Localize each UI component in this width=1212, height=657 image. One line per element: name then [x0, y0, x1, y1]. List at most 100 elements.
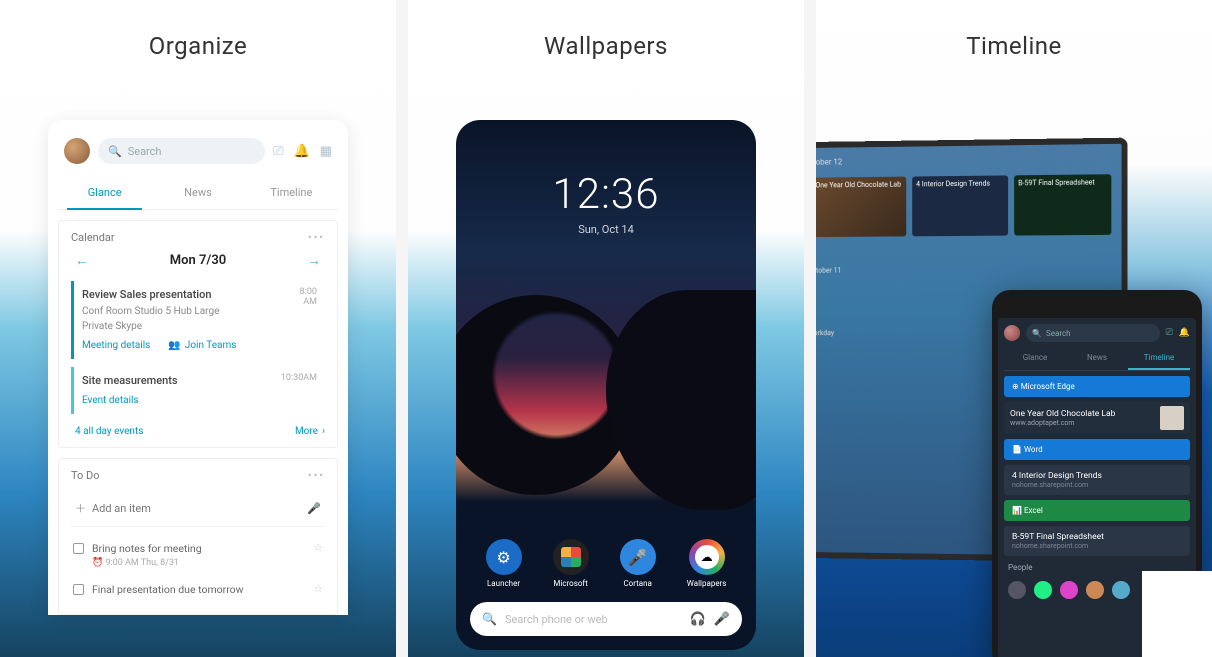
organize-phone: 🔍 Search ⎚ 🔔 ▦ Glance News Timeline Cale…: [48, 120, 348, 615]
prev-arrow-icon[interactable]: ←: [71, 252, 93, 269]
todo-text: Bring notes for meeting: [92, 541, 306, 557]
tl-app-header: 📊 Excel: [1004, 500, 1190, 521]
search-icon: 🔍: [1032, 329, 1042, 338]
tabs: Glance News Timeline: [58, 178, 338, 210]
thumbnail: [1160, 406, 1184, 430]
more-icon[interactable]: •••: [308, 469, 325, 482]
app-row: ⚙ Launcher Microsoft 🎤 Cortana Wallpaper…: [470, 539, 742, 588]
app-wallpapers[interactable]: Wallpapers: [687, 539, 727, 588]
search-placeholder: Search: [128, 145, 162, 158]
laptop-label: Workday: [816, 329, 841, 337]
tab-news[interactable]: News: [151, 178, 244, 209]
clock-date: Sun, Oct 14: [578, 223, 634, 236]
avatar[interactable]: [1112, 581, 1130, 599]
todo-sub: ⏰ 9:00 AM Thu, 8/31: [92, 557, 306, 571]
org-header: 🔍 Search ⎚ 🔔 ▦: [58, 134, 338, 168]
todo-card: To Do ••• ＋Add an item 🎤 Bring notes for…: [58, 458, 338, 615]
avatar[interactable]: [1086, 581, 1104, 599]
search-icon: 🔍: [108, 145, 122, 158]
calendar-event[interactable]: Review Sales presentation Conf Room Stud…: [71, 281, 325, 359]
tab-news[interactable]: News: [1066, 347, 1128, 370]
excel-icon: 📊: [1012, 506, 1024, 515]
tl-app-header: ⊕ Microsoft Edge: [1004, 376, 1190, 397]
panel-title-timeline: Timeline: [966, 32, 1062, 60]
calendar-date: Mon 7/30: [170, 253, 226, 268]
avatar[interactable]: [1004, 325, 1020, 341]
wallpaper-decoration: [606, 290, 756, 510]
bell-icon[interactable]: 🔔: [1179, 328, 1190, 338]
avatar[interactable]: [1008, 581, 1026, 599]
search-icon: 🔍: [482, 612, 497, 626]
header-icons: ⎚ 🔔 ▦: [273, 144, 332, 159]
calendar-event[interactable]: Site measurements Event details 10:30AM: [71, 367, 325, 415]
app-cortana[interactable]: 🎤 Cortana: [620, 539, 656, 588]
search-input[interactable]: 🔍 Search phone or web 🎧 🎤: [470, 602, 742, 636]
tl-item[interactable]: B-59T Final Spreadsheet nohome.sharepoin…: [1004, 526, 1190, 556]
checkbox-icon[interactable]: [73, 543, 84, 554]
headset-icon[interactable]: 🎧: [690, 612, 706, 627]
teams-icon: 👥: [168, 338, 180, 353]
panel-timeline: Timeline October 12 One Year Old Chocola…: [816, 0, 1212, 657]
panel-title-wallpapers: Wallpapers: [544, 32, 668, 60]
tl-item[interactable]: One Year Old Chocolate Lab www.adoptapet…: [1004, 402, 1190, 434]
event-details-link[interactable]: Event details: [82, 393, 139, 408]
camera-icon[interactable]: ⎚: [273, 144, 283, 159]
event-time: 10:30AM: [281, 373, 317, 383]
allday-count[interactable]: 4 all day events: [75, 426, 143, 437]
search-placeholder: Search phone or web: [505, 613, 682, 626]
todo-add[interactable]: ＋Add an item 🎤: [71, 490, 325, 527]
chevron-right-icon: ›: [322, 426, 325, 437]
mic-icon[interactable]: 🎤: [307, 502, 321, 515]
laptop-date: October 12: [816, 157, 842, 166]
tab-timeline[interactable]: Timeline: [1128, 347, 1190, 370]
panel-title-organize: Organize: [149, 32, 248, 60]
mic-icon[interactable]: 🎤: [714, 612, 730, 627]
word-icon: 📄: [1012, 445, 1024, 454]
star-icon[interactable]: ☆: [314, 582, 323, 595]
meeting-details-link[interactable]: Meeting details: [82, 338, 150, 353]
tab-glance[interactable]: Glance: [58, 178, 151, 209]
tab-timeline[interactable]: Timeline: [245, 178, 338, 209]
edge-icon: ⊕: [1012, 382, 1021, 391]
tab-glance[interactable]: Glance: [1004, 347, 1066, 370]
checkbox-icon[interactable]: [73, 584, 84, 595]
app-launcher[interactable]: ⚙ Launcher: [486, 539, 522, 588]
todo-item[interactable]: Final presentation due tomorrow ☆: [71, 576, 325, 604]
avatar[interactable]: [64, 138, 90, 164]
panel-organize: Organize 🔍 Search ⎚ 🔔 ▦ Glance News Time…: [0, 0, 396, 657]
overlay-block: [1142, 571, 1212, 657]
avatar[interactable]: [1034, 581, 1052, 599]
event-time: 8:00: [300, 287, 317, 297]
search-input[interactable]: 🔍 Search: [1026, 324, 1160, 342]
next-arrow-icon[interactable]: →: [303, 252, 325, 269]
more-link[interactable]: More ›: [295, 426, 325, 437]
join-teams-link[interactable]: 👥 Join Teams: [168, 338, 236, 353]
laptop-card[interactable]: B-59T Final Spreadsheet: [1014, 174, 1111, 235]
laptop-card[interactable]: 4 Interior Design Trends: [912, 175, 1008, 236]
event-loc: Conf Room Studio 5 Hub Large: [82, 304, 236, 319]
camera-icon[interactable]: ⎚: [1166, 328, 1173, 338]
cortana-icon: 🎤: [620, 539, 656, 575]
bell-icon[interactable]: 🔔: [294, 144, 310, 159]
tl-item[interactable]: 4 Interior Design Trends nohome.sharepoi…: [1004, 465, 1190, 495]
search-input[interactable]: 🔍 Search: [98, 138, 265, 164]
avatar[interactable]: [1060, 581, 1078, 599]
calendar-card: Calendar ••• ← Mon 7/30 → Review Sales p…: [58, 220, 338, 448]
panel-wallpapers: Wallpapers 12:36 Sun, Oct 14 ⚙ Launcher …: [408, 0, 804, 657]
todo-item[interactable]: Bring notes for meeting ⏰ 9:00 AM Thu, 8…: [71, 535, 325, 576]
event-time-ampm: AM: [300, 297, 317, 307]
todo-title: To Do: [71, 469, 100, 482]
clock: 12:36: [552, 170, 659, 219]
allday-row: 4 all day events More ›: [71, 422, 325, 437]
wallpapers-icon: [689, 539, 725, 575]
calendar-title: Calendar: [71, 231, 115, 244]
more-icon[interactable]: •••: [308, 231, 325, 244]
plus-icon: ＋: [75, 502, 86, 515]
qr-icon[interactable]: ▦: [320, 144, 332, 159]
event-title: Site measurements: [82, 373, 178, 390]
event-title: Review Sales presentation: [82, 287, 236, 304]
tl-tabs: Glance News Timeline: [1004, 347, 1190, 371]
star-icon[interactable]: ☆: [314, 541, 323, 554]
app-microsoft[interactable]: Microsoft: [553, 539, 589, 588]
laptop-card[interactable]: One Year Old Chocolate Lab: [816, 177, 906, 238]
